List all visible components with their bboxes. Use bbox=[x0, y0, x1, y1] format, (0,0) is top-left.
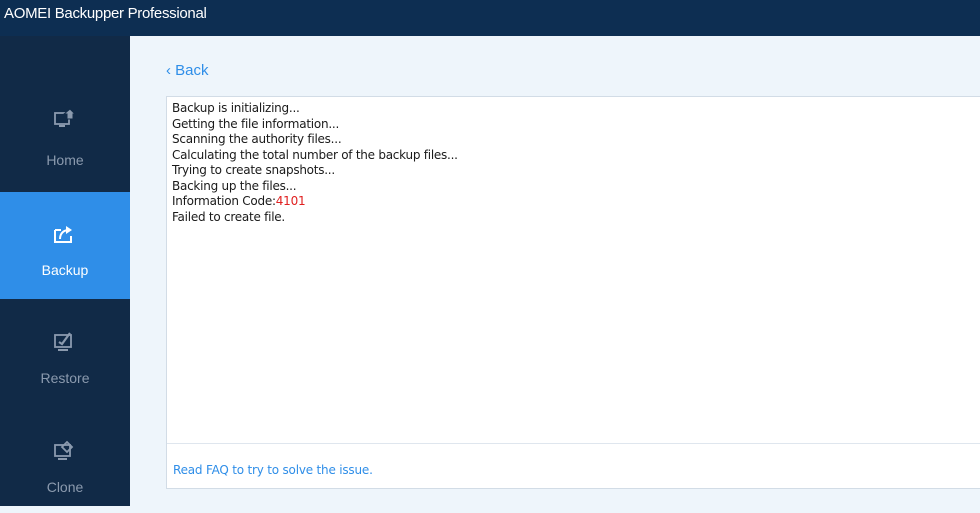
backup-export-icon bbox=[54, 226, 72, 243]
divider bbox=[167, 443, 980, 444]
main-panel: ‹ Back Backup is initializing... Getting… bbox=[130, 36, 980, 506]
title-bar: AOMEI Backupper Professional bbox=[0, 0, 980, 36]
sidebar: Home Backup Restore Clone bbox=[0, 36, 130, 506]
sidebar-item-restore[interactable]: Restore bbox=[0, 298, 130, 405]
window-title: AOMEI Backupper Professional bbox=[4, 5, 207, 22]
log-line-info-code: Information Code:4101 bbox=[172, 194, 458, 210]
log-line: Backing up the files... bbox=[172, 178, 297, 193]
log-panel: Backup is initializing... Getting the fi… bbox=[166, 96, 980, 489]
faq-link[interactable]: Read FAQ to try to solve the issue. bbox=[173, 463, 373, 477]
log-line-error: Failed to create file. bbox=[172, 209, 285, 224]
sidebar-item-label: Clone bbox=[46, 479, 84, 495]
home-monitor-icon bbox=[54, 108, 76, 127]
sidebar-item-backup[interactable]: Backup bbox=[0, 192, 130, 299]
log-line: Backup is initializing... bbox=[172, 101, 300, 115]
sidebar-item-clone[interactable]: Clone bbox=[0, 406, 130, 513]
log-line: Calculating the total number of the back… bbox=[172, 147, 458, 162]
restore-icon bbox=[54, 332, 72, 351]
sidebar-item-label: Restore bbox=[40, 370, 90, 386]
back-link[interactable]: ‹ Back bbox=[166, 62, 209, 79]
info-code-value: 4101 bbox=[275, 194, 306, 208]
sidebar-item-label: Home bbox=[46, 152, 84, 168]
log-line: Scanning the authority files... bbox=[172, 132, 342, 146]
clone-icon bbox=[54, 440, 74, 460]
sidebar-item-label: Backup bbox=[41, 262, 89, 278]
log-line: Getting the file information... bbox=[172, 116, 340, 131]
log-line: Trying to create snapshots... bbox=[172, 163, 335, 177]
sidebar-item-home[interactable]: Home bbox=[0, 84, 130, 191]
log-text: Backup is initializing... Getting the fi… bbox=[172, 101, 458, 225]
info-code-label: Information Code: bbox=[172, 194, 276, 208]
